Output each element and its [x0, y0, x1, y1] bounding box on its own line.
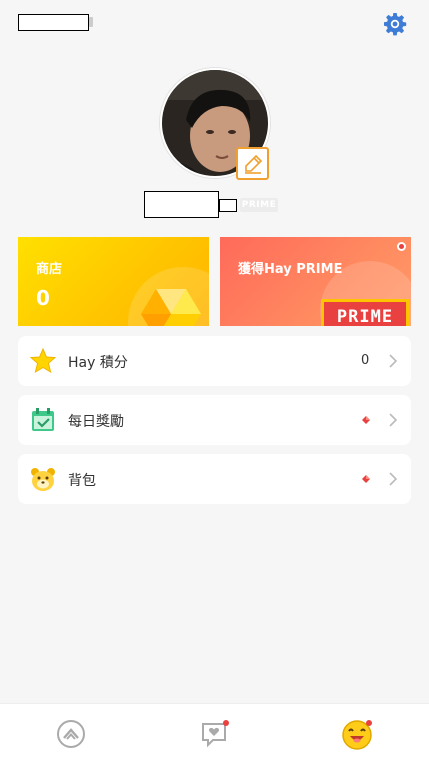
notification-gem-icon [362, 416, 370, 424]
status-bar-redacted [18, 14, 89, 31]
nav-profile-button[interactable] [341, 718, 373, 750]
shop-card[interactable]: 商店 0 [18, 237, 209, 326]
username-redacted [144, 191, 219, 218]
points-value: 0 [361, 353, 370, 368]
shop-card-title: 商店 [36, 262, 63, 277]
menu-item-label: 每日獎勵 [68, 414, 124, 430]
edit-avatar-button[interactable] [236, 147, 269, 180]
chat-heart-icon [202, 720, 229, 748]
status-bar-indicator [89, 17, 93, 27]
prime-status-badge: PRIME [240, 198, 278, 212]
username-suffix-redacted [219, 199, 237, 212]
prime-logo-text: PRIME [324, 302, 406, 326]
hexagon-gem-icon [141, 289, 201, 326]
settings-gear-icon[interactable] [383, 12, 407, 36]
menu-item-points[interactable]: Hay 積分 0 [18, 336, 411, 386]
shop-card-value: 0 [36, 286, 50, 310]
pencil-icon [244, 154, 262, 174]
prime-logo: PRIME [321, 299, 409, 326]
chevron-right-icon [389, 413, 398, 427]
calendar-check-icon [32, 408, 54, 431]
emoji-face-icon [342, 720, 372, 750]
bottom-nav [0, 703, 429, 764]
bear-icon [31, 468, 55, 491]
menu-item-daily-reward[interactable]: 每日獎勵 [18, 395, 411, 445]
notification-gem-icon [362, 475, 370, 483]
prime-card-title: 獲得Hay PRIME [238, 262, 343, 277]
home-arrow-icon [57, 720, 85, 748]
notification-dot-icon [397, 242, 406, 251]
menu-item-label: 背包 [68, 473, 96, 489]
star-icon [30, 348, 56, 374]
nav-chat-button[interactable] [199, 718, 231, 750]
chevron-right-icon [389, 354, 398, 368]
avatar-container [160, 68, 270, 180]
chevron-right-icon [389, 472, 398, 486]
menu-item-bag[interactable]: 背包 [18, 454, 411, 504]
menu-item-label: Hay 積分 [68, 355, 128, 371]
prime-card[interactable]: 獲得Hay PRIME PRIME [220, 237, 411, 326]
nav-home-button[interactable] [55, 718, 87, 750]
